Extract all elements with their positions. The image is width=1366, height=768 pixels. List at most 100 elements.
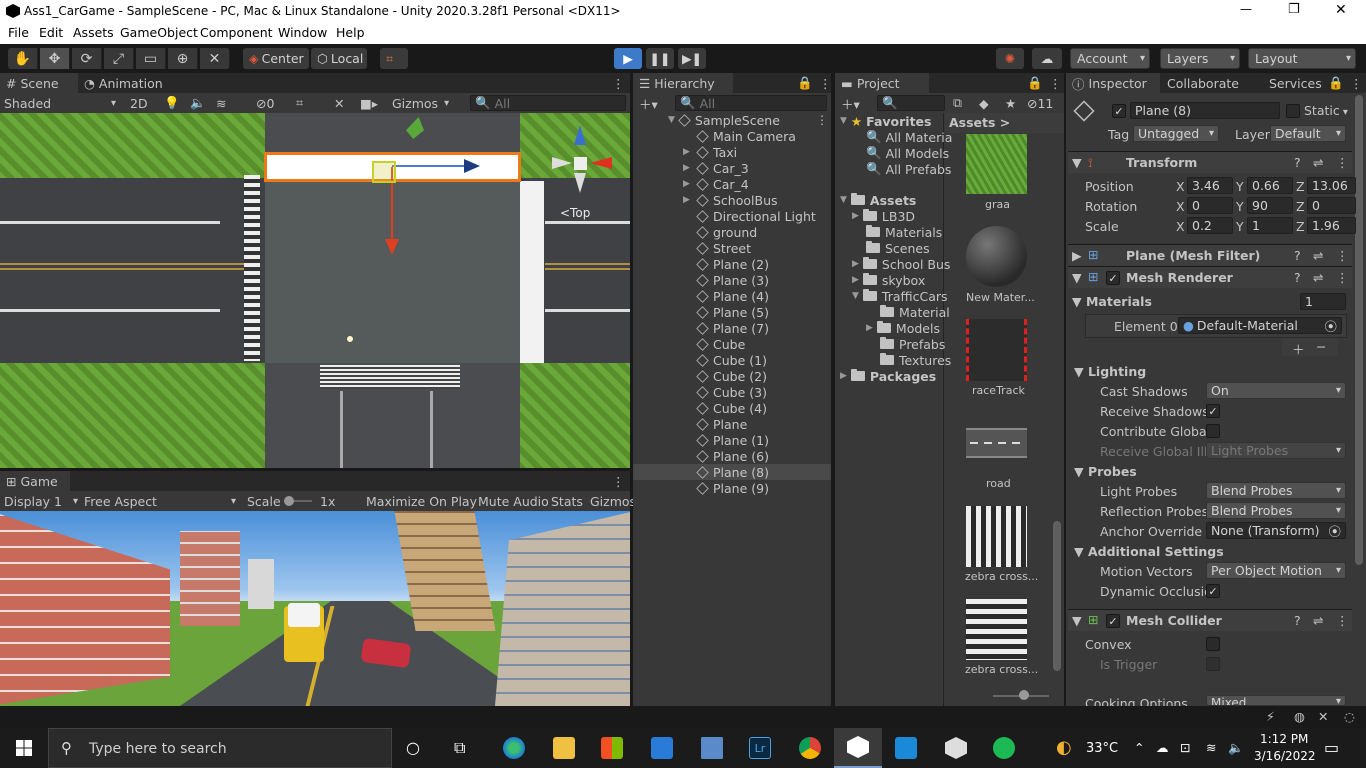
mesh-renderer-enabled-checkbox[interactable]: ✓ xyxy=(1106,271,1120,285)
transform-rot-field[interactable]: 0 xyxy=(1187,197,1233,214)
favorites-item[interactable]: 🔍 All Prefabs xyxy=(866,161,951,177)
preset-icon[interactable]: ⇌ xyxy=(1313,270,1323,285)
hierarchy-item[interactable]: Plane (8) xyxy=(633,464,831,480)
reflection-probes-dropdown[interactable]: Blend Probes xyxy=(1206,502,1346,519)
asset-thumb-zebra-2[interactable] xyxy=(966,599,1027,660)
lock-icon[interactable]: 🔒 xyxy=(797,73,813,93)
help-icon[interactable]: ? xyxy=(1294,613,1301,628)
preset-icon[interactable]: ⇌ xyxy=(1313,155,1323,170)
hierarchy-menu-icon[interactable]: ⋮ xyxy=(819,73,832,93)
menu-help[interactable]: Help xyxy=(336,25,365,40)
play-button[interactable]: ▶ xyxy=(614,48,642,69)
folder-item[interactable]: ▶ skybox xyxy=(852,272,925,288)
collab-icon[interactable]: ✺ xyxy=(996,48,1024,69)
hidden-objects-icon[interactable]: ⊘ 0 xyxy=(256,93,274,113)
auto-gen-lighting-icon[interactable]: ⚡ xyxy=(1266,709,1275,724)
taskbar-store[interactable] xyxy=(588,728,636,768)
close-button[interactable]: ✕ xyxy=(1335,2,1347,18)
favorites-item[interactable]: 🔍 All Models xyxy=(866,145,949,161)
taskbar-search-box[interactable]: ⚲ Type here to search xyxy=(48,728,392,768)
filter-label-icon[interactable]: ◆ xyxy=(979,93,989,113)
receive-shadows-checkbox[interactable]: ✓ xyxy=(1206,404,1220,418)
hierarchy-item[interactable]: ▶ Car_4 xyxy=(633,176,831,192)
scene-search-input[interactable]: 🔍 All xyxy=(470,95,626,111)
transform-pos-field[interactable]: 0.66 xyxy=(1247,177,1293,194)
hierarchy-item[interactable]: Cube (1) xyxy=(633,352,831,368)
thumbnail-scrollbar[interactable] xyxy=(1053,521,1061,671)
hierarchy-item[interactable]: Plane (9) xyxy=(633,480,831,496)
asset-thumb-road[interactable] xyxy=(966,428,1027,458)
taskbar-mail[interactable] xyxy=(638,728,686,768)
favorite-star-icon[interactable]: ★ xyxy=(1005,93,1016,113)
material-field[interactable]: ● Default-Material ⦿ xyxy=(1178,317,1342,334)
hierarchy-item[interactable]: Plane xyxy=(633,416,831,432)
account-dropdown[interactable]: Account xyxy=(1070,48,1150,69)
onedrive-icon[interactable]: ☁ xyxy=(1156,740,1169,755)
transform-pos-field[interactable]: 3.46 xyxy=(1187,177,1233,194)
menu-file[interactable]: File xyxy=(8,25,29,40)
hand-tool-icon[interactable]: ✋ xyxy=(8,48,38,69)
hierarchy-item[interactable]: Directional Light xyxy=(633,208,831,224)
tab-hierarchy[interactable]: ☰ Hierarchy xyxy=(633,73,733,93)
tab-game[interactable]: ⊞ Game xyxy=(0,471,70,491)
transform-scl-field[interactable]: 1 xyxy=(1247,217,1293,234)
contribute-gi-checkbox[interactable] xyxy=(1206,424,1220,438)
pause-button[interactable]: ❚❚ xyxy=(646,48,674,69)
tab-services[interactable]: Services xyxy=(1269,73,1322,93)
collapse-arrow-icon[interactable]: ▼ xyxy=(1072,155,1082,170)
pivot-local-toggle[interactable]: ⬡ Local xyxy=(311,48,367,69)
effects-toggle-icon[interactable]: ≋ xyxy=(216,93,226,113)
shading-mode-dropdown[interactable]: Shaded ▾ xyxy=(4,93,120,113)
project-menu-icon[interactable]: ⋮ xyxy=(1049,73,1062,93)
inspector-scrollbar[interactable] xyxy=(1355,95,1363,565)
hierarchy-item[interactable]: Plane (1) xyxy=(633,432,831,448)
hierarchy-item[interactable]: Cube xyxy=(633,336,831,352)
folder-item[interactable]: Scenes xyxy=(866,240,930,256)
packages-folder[interactable]: ▶ Packages xyxy=(840,368,936,384)
rect-tool-icon[interactable]: ▭ xyxy=(136,48,166,69)
hierarchy-item[interactable]: Plane (5) xyxy=(633,304,831,320)
minimize-button[interactable]: — xyxy=(1240,2,1252,16)
folder-item[interactable]: Materials xyxy=(866,224,942,240)
hidden-count[interactable]: ⊘ 11 xyxy=(1027,93,1053,113)
gizmo-z-cone-icon[interactable] xyxy=(574,125,586,145)
custom-tool-icon[interactable]: ✕ xyxy=(200,48,230,69)
transform-rot-field[interactable]: 0 xyxy=(1307,197,1356,214)
transform-scl-field[interactable]: 0.2 xyxy=(1187,217,1233,234)
asset-thumb-material[interactable] xyxy=(966,226,1027,287)
tab-inspector[interactable]: ⓘ Inspector xyxy=(1066,73,1160,93)
help-icon[interactable]: ? xyxy=(1294,270,1301,285)
hierarchy-item[interactable]: ground xyxy=(633,224,831,240)
taskbar-unity-hub[interactable] xyxy=(932,728,980,768)
assets-folder[interactable]: ▼ Assets xyxy=(840,192,916,208)
preset-icon[interactable]: ⇌ xyxy=(1313,613,1323,628)
hierarchy-item[interactable]: Street xyxy=(633,240,831,256)
taskbar-vscode[interactable] xyxy=(882,728,930,768)
convex-checkbox[interactable] xyxy=(1206,637,1220,651)
asset-thumb-racetrack[interactable] xyxy=(966,319,1027,381)
dynamic-occlusion-checkbox[interactable]: ✓ xyxy=(1206,584,1220,598)
asset-thumb-zebra[interactable] xyxy=(966,506,1027,567)
hierarchy-item[interactable]: Plane (2) xyxy=(633,256,831,272)
cache-icon[interactable]: ◍ xyxy=(1294,709,1305,724)
hierarchy-item[interactable]: ▶ Car_3 xyxy=(633,160,831,176)
add-element-button[interactable]: ＋ xyxy=(1292,339,1305,358)
cloud-icon[interactable]: ☁ xyxy=(1032,48,1062,69)
project-add-button[interactable]: ＋▾ xyxy=(841,93,860,113)
component-menu-icon[interactable]: ⋮ xyxy=(1336,155,1349,170)
transform-rot-field[interactable]: 90 xyxy=(1247,197,1293,214)
gizmos-dropdown[interactable]: Gizmos ▾ xyxy=(392,93,449,113)
scene-menu-icon[interactable]: ⋮ xyxy=(612,73,625,93)
rotate-tool-icon[interactable]: ⟳ xyxy=(72,48,102,69)
anchor-override-field[interactable]: None (Transform) ⦿ xyxy=(1206,522,1346,539)
materials-count-input[interactable]: 1 xyxy=(1300,293,1346,310)
debug-icon[interactable]: ✕ xyxy=(1318,709,1328,724)
asset-thumb-grass[interactable] xyxy=(966,134,1027,194)
lighting-foldout[interactable]: ▼ Lighting xyxy=(1074,364,1146,379)
audio-toggle-icon[interactable]: 🔈 xyxy=(190,93,206,113)
gizmo-center-cube-icon[interactable] xyxy=(574,157,587,170)
hierarchy-item[interactable]: Main Camera xyxy=(633,128,831,144)
taskbar-app[interactable] xyxy=(688,728,736,768)
gizmo-negx-cone-icon[interactable] xyxy=(552,157,572,169)
taskbar-edge[interactable] xyxy=(490,728,538,768)
